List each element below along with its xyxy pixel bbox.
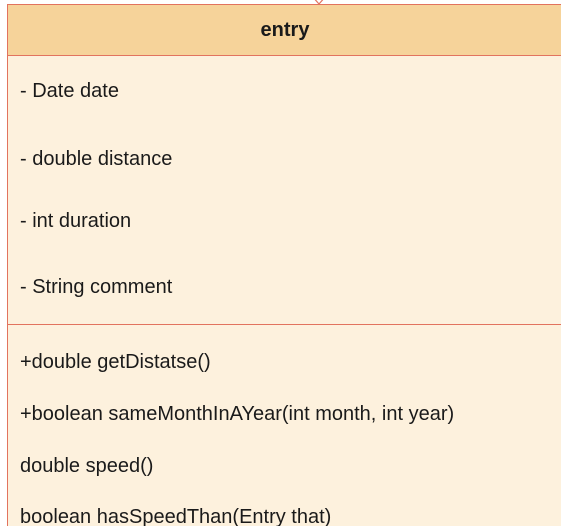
operation-same-month-in-a-year: +boolean sameMonthInAYear(int month, int… [20, 403, 455, 425]
attributes-operations-divider [8, 324, 561, 325]
operation-get-distance: +double getDistatse() [20, 351, 211, 373]
uml-diagram-canvas: entry - Date date - double distance - in… [0, 0, 561, 526]
uml-class-box[interactable]: entry - Date date - double distance - in… [7, 4, 561, 526]
attribute-comment: - String comment [20, 276, 173, 298]
class-header: entry [8, 5, 561, 56]
operation-speed: double speed() [20, 455, 154, 477]
attribute-distance: - double distance [20, 148, 173, 170]
class-name: entry [260, 19, 310, 41]
attribute-date: - Date date [20, 80, 119, 102]
attribute-duration: - int duration [20, 210, 132, 232]
operation-has-speed-than: boolean hasSpeedThan(Entry that) [20, 506, 332, 526]
